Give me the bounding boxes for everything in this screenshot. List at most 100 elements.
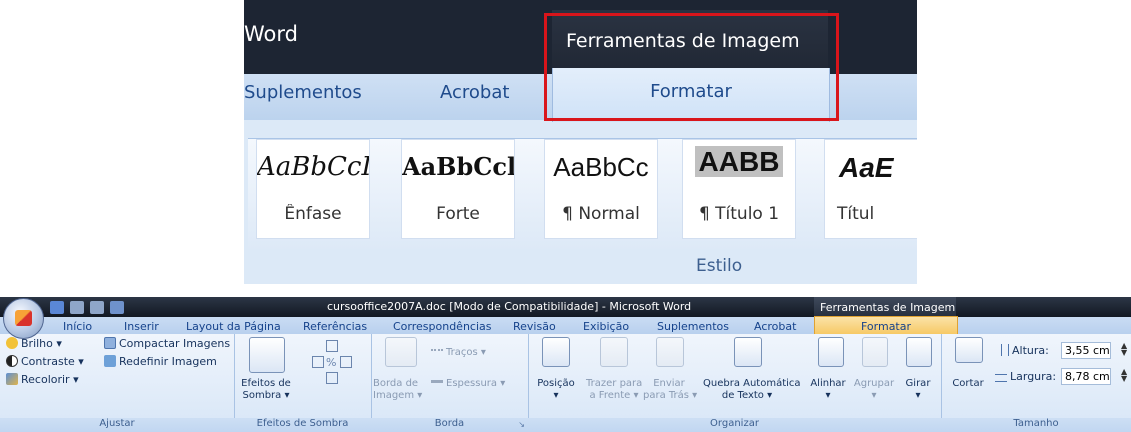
shadow-nudge-icons[interactable]: % [312, 340, 352, 388]
save-icon[interactable] [50, 300, 64, 314]
nudge-left-icon[interactable] [312, 356, 324, 368]
context-title: Ferramentas de Imagem [814, 297, 956, 317]
cortar-button[interactable]: Cortar [951, 378, 985, 390]
group-organizar: Posição ▾ Trazer para a Frente ▾ Enviar … [528, 334, 942, 432]
align-icon[interactable] [818, 337, 844, 367]
posicao-arrow: ▾ [553, 390, 559, 401]
enviar-line2: para Trás ▾ [643, 390, 698, 401]
zoom-tab-acrobat[interactable]: Acrobat [440, 82, 509, 103]
redefinir-button[interactable]: Redefinir Imagem [104, 355, 217, 368]
style-sample: AABB [694, 146, 784, 177]
compactar-label: Compactar Imagens [119, 337, 231, 350]
office-button[interactable] [3, 298, 44, 339]
zoom-tab-suplementos[interactable]: Suplementos [244, 82, 362, 103]
nudge-right-icon[interactable] [340, 356, 352, 368]
agrupar-button[interactable]: Agrupar ▾ [852, 378, 896, 402]
trazer-line2: a Frente ▾ [589, 390, 639, 401]
agrupar-label: Agrupar [853, 378, 895, 389]
crop-icon[interactable] [955, 337, 983, 363]
zoomed-ribbon-detail: Word Ferramentas de Imagem Suplementos A… [244, 0, 917, 284]
quebra-texto-button[interactable]: Quebra Automática de Texto ▾ [703, 378, 801, 402]
style-sample-wrap: AABB [683, 146, 795, 178]
title-bar: cursooffice2007A.doc [Modo de Compatibil… [0, 297, 1131, 317]
style-enfase[interactable]: AaBbCcI Ênfase [256, 139, 370, 239]
shadow-effects-icon[interactable] [249, 337, 285, 373]
compactar-button[interactable]: Compactar Imagens [104, 337, 230, 350]
posicao-label: Posição [537, 378, 575, 389]
tab-correspondencias[interactable]: Correspondências [393, 320, 492, 333]
tab-referencias[interactable]: Referências [303, 320, 367, 333]
largura-field[interactable]: 8,78 cm [1061, 368, 1111, 385]
tab-formatar[interactable]: Formatar [814, 316, 958, 336]
group-ajustar: Brilho ▾ Contraste ▾ Recolorir ▾ Compact… [0, 334, 235, 432]
efeitos-sombra-button[interactable]: Efeitos de Sombra ▾ [240, 378, 292, 402]
toggle-shadow-icon[interactable]: % [326, 356, 336, 369]
group-label: Ajustar [0, 418, 234, 432]
sun-icon [6, 337, 18, 349]
redefinir-label: Redefinir Imagem [119, 355, 217, 368]
alinhar-button[interactable]: Alinhar ▾ [804, 378, 852, 402]
picture-border-icon[interactable] [385, 337, 417, 367]
undo-icon[interactable] [70, 300, 84, 314]
largura-spinner[interactable]: ▲ ▼ [1121, 368, 1127, 383]
espessura-button[interactable]: Espessura ▾ [431, 378, 505, 389]
group-borda: Borda de Imagem ▾ Traços ▾ Espessura ▾ B… [371, 334, 529, 432]
brilho-button[interactable]: Brilho ▾ [6, 337, 62, 350]
nudge-down-icon[interactable] [326, 372, 338, 384]
recolor-icon [6, 373, 18, 385]
contraste-label: Contraste ▾ [21, 355, 84, 368]
nudge-up-icon[interactable] [326, 340, 338, 352]
trazer-frente-button[interactable]: Trazer para a Frente ▾ [586, 378, 642, 402]
tab-revisao[interactable]: Revisão [513, 320, 556, 333]
highlight-box [544, 13, 839, 121]
style-normal[interactable]: AaBbCc ¶ Normal [544, 139, 658, 239]
style-name: Títul [837, 204, 875, 224]
reset-picture-icon [104, 355, 116, 367]
girar-button[interactable]: Girar ▾ [900, 378, 936, 402]
style-forte[interactable]: AaBbCcl Forte [401, 139, 515, 239]
quebra-line1: Quebra Automática [703, 378, 801, 389]
redo-icon[interactable] [90, 300, 104, 314]
send-back-icon[interactable] [656, 337, 684, 367]
borda-imagem-button[interactable]: Borda de Imagem ▾ [373, 378, 425, 402]
bring-front-icon[interactable] [600, 337, 628, 367]
position-icon[interactable] [542, 337, 570, 367]
group-label: Organizar [528, 418, 941, 432]
altura-field[interactable]: 3,55 cm [1061, 342, 1111, 359]
word-ribbon: cursooffice2007A.doc [Modo de Compatibil… [0, 297, 1131, 432]
enviar-tras-button[interactable]: Enviar para Trás ▾ [643, 378, 698, 402]
tab-suplementos[interactable]: Suplementos [657, 320, 729, 333]
girar-label: Girar [905, 378, 931, 389]
zoom-group-label-text: Estilo [696, 256, 743, 276]
borda-line2: Imagem ▾ [373, 390, 423, 401]
rotate-icon[interactable] [906, 337, 932, 367]
quebra-line2: de Texto ▾ [721, 390, 773, 401]
tracos-button[interactable]: Traços ▾ [431, 347, 486, 358]
style-name: Forte [436, 204, 480, 224]
dialog-launcher-icon[interactable]: ↘ [518, 420, 525, 429]
tab-inserir[interactable]: Inserir [124, 320, 159, 333]
group-efeitos-sombra: Efeitos de Sombra ▾ % Efeitos de Sombra [234, 334, 372, 432]
customize-icon[interactable] [110, 300, 124, 314]
cortar-label: Cortar [952, 378, 984, 389]
contraste-button[interactable]: Contraste ▾ [6, 355, 84, 368]
group-objects-icon[interactable] [862, 337, 888, 367]
tab-acrobat[interactable]: Acrobat [754, 320, 796, 333]
tab-layout[interactable]: Layout da Página [186, 320, 281, 333]
trazer-line1: Trazer para [586, 378, 643, 389]
style-titulo-partial[interactable]: AaE Títul [824, 139, 917, 239]
altura-label-text: Altura: [1012, 344, 1049, 357]
zoom-style-gallery: AaBbCcI Ênfase AaBbCcl Forte AaBbCc ¶ No… [248, 138, 917, 249]
style-sample: AaBbCc [553, 152, 649, 182]
recolorir-button[interactable]: Recolorir ▾ [6, 373, 79, 386]
largura-label-text: Largura: [1010, 370, 1057, 383]
tab-inicio[interactable]: Início [63, 320, 92, 333]
text-wrap-icon[interactable] [734, 337, 762, 367]
style-sample: AaBbCcI [257, 152, 369, 182]
altura-spinner[interactable]: ▲ ▼ [1121, 342, 1127, 357]
posicao-button[interactable]: Posição ▾ [534, 378, 578, 402]
style-titulo-1[interactable]: AABB ¶ Título 1 [682, 139, 796, 239]
tab-exibicao[interactable]: Exibição [583, 320, 629, 333]
style-name: ¶ Normal [562, 204, 640, 224]
style-name: Ênfase [284, 204, 342, 224]
